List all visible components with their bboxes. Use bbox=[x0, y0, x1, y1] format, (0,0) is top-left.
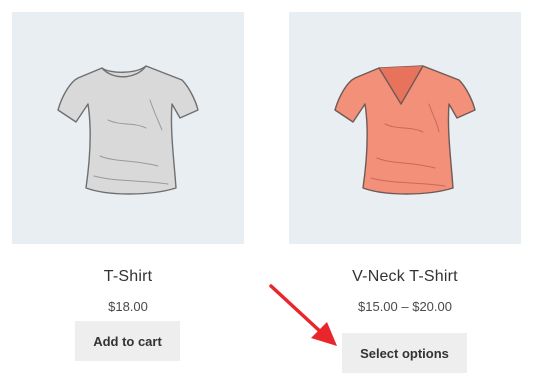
product-card-vneck-tshirt: V-Neck T-Shirt $15.00 – $20.00 bbox=[289, 12, 521, 314]
product-image-tshirt[interactable] bbox=[12, 12, 244, 244]
product-card-tshirt: T-Shirt $18.00 bbox=[12, 12, 244, 314]
select-options-button[interactable]: Select options bbox=[342, 333, 467, 373]
product-title[interactable]: T-Shirt bbox=[12, 268, 244, 286]
product-grid: T-Shirt $18.00 V-Neck T-Shirt $15.00 – $… bbox=[0, 0, 534, 390]
add-to-cart-button[interactable]: Add to cart bbox=[75, 321, 180, 361]
red-arrow-icon bbox=[269, 284, 337, 346]
product-image-vneck-tshirt[interactable] bbox=[289, 12, 521, 244]
gray-tshirt-icon bbox=[57, 65, 199, 195]
coral-vneck-tshirt-icon bbox=[334, 65, 476, 195]
product-price: $18.00 bbox=[108, 299, 148, 314]
